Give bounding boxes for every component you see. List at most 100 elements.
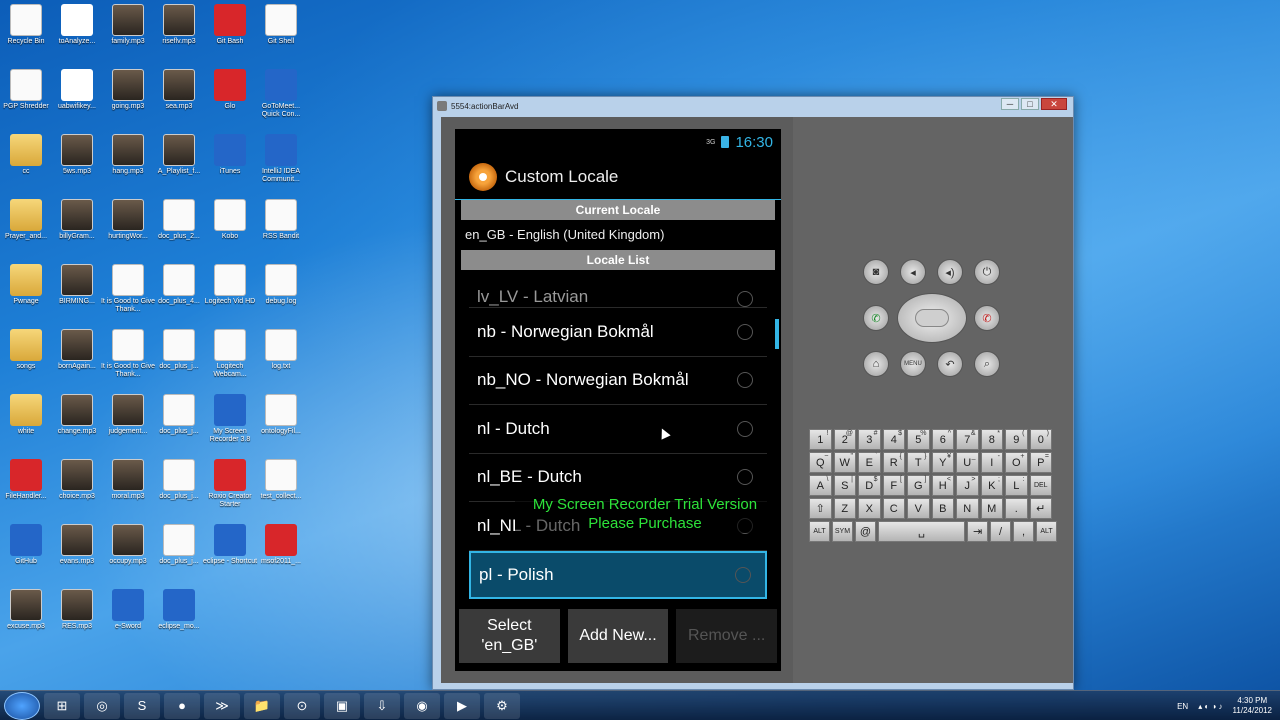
locale-list-item[interactable]: nb_NO - Norwegian Bokmål	[469, 357, 767, 405]
desktop-icon[interactable]: doc_plus_j...	[151, 394, 207, 436]
desktop-icon[interactable]: ontologyFil...	[253, 394, 309, 436]
window-titlebar[interactable]: 5554:actionBarAvd	[433, 97, 1073, 115]
desktop-icon[interactable]: eclipse - Shortcut	[202, 524, 258, 566]
desktop-icon[interactable]: doc_plus_4...	[151, 264, 207, 306]
keyboard-key[interactable]: 4 $	[882, 429, 905, 450]
taskbar-app-button[interactable]: ◉	[404, 692, 440, 719]
keyboard-key[interactable]: K;	[980, 475, 1003, 496]
desktop-icon[interactable]: PGP Shredder	[0, 69, 54, 111]
desktop-icon[interactable]: Logitech Vid HD	[202, 264, 258, 306]
radio-button[interactable]	[735, 566, 751, 583]
taskbar-app-button[interactable]: ●	[164, 692, 200, 719]
remove-button[interactable]: Remove ...	[676, 609, 778, 663]
keyboard-key[interactable]: ⇥	[967, 521, 989, 542]
keyboard-key[interactable]: P =	[1029, 452, 1052, 473]
desktop-icon[interactable]: Git Shell	[253, 4, 309, 46]
keyboard-key[interactable]: 7 &	[956, 429, 979, 450]
keyboard-key[interactable]: 1!	[809, 429, 832, 450]
end-call-icon[interactable]: ✆	[974, 305, 1000, 331]
dpad-center-button[interactable]	[915, 309, 949, 327]
keyboard-key[interactable]: T}	[907, 452, 930, 473]
desktop-icon[interactable]: cc	[0, 134, 54, 176]
desktop-icon[interactable]: log.txt	[253, 329, 309, 371]
radio-button[interactable]	[737, 323, 753, 340]
desktop-icon[interactable]: eclipse_mo...	[151, 589, 207, 631]
desktop-icon[interactable]: doc_plus_j...	[151, 329, 207, 371]
list-scrollbar[interactable]	[775, 319, 779, 349]
keyboard-key[interactable]: /	[990, 521, 1012, 542]
start-button[interactable]	[4, 691, 40, 720]
back-icon[interactable]: ↶	[937, 351, 963, 377]
close-button[interactable]: ✕	[1041, 98, 1067, 110]
keyboard-key[interactable]: Q ~	[809, 452, 832, 473]
desktop-icon[interactable]: uabwifikey...	[49, 69, 105, 111]
keyboard-key[interactable]: V	[907, 498, 930, 519]
emulator-window[interactable]: 5554:actionBarAvd ─ □ ✕ 3G 16:30 Custom …	[432, 96, 1074, 690]
desktop-icon[interactable]: change.mp3	[49, 394, 105, 436]
desktop-icon[interactable]: FileHandler...	[0, 459, 54, 501]
desktop-icon[interactable]: judgement...	[100, 394, 156, 436]
taskbar-app-button[interactable]: 📁	[244, 692, 280, 719]
volume-up-icon[interactable]: ◂)	[937, 259, 963, 285]
keyboard-key[interactable]: 8 *	[980, 429, 1003, 450]
desktop-icon[interactable]: evans.mp3	[49, 524, 105, 566]
desktop-icon[interactable]: Logitech Webcam...	[202, 329, 258, 379]
taskbar-app-button[interactable]: ⇩	[364, 692, 400, 719]
keyboard-key[interactable]: F[	[882, 475, 905, 496]
desktop-icon[interactable]: Git Bash	[202, 4, 258, 46]
keyboard-key[interactable]: S |	[833, 475, 856, 496]
keyboard-key[interactable]: G]	[907, 475, 930, 496]
desktop-icon[interactable]: iTunes	[202, 134, 258, 176]
keyboard-key[interactable]: ⇧	[809, 498, 832, 519]
keyboard-key[interactable]: E `	[858, 452, 881, 473]
keyboard-key[interactable]: 6 ^	[931, 429, 954, 450]
desktop-icon[interactable]: doc_plus_j...	[151, 524, 207, 566]
desktop-icon[interactable]: debug.log	[253, 264, 309, 306]
desktop-icon[interactable]: billyGram...	[49, 199, 105, 241]
camera-icon[interactable]: ◙	[863, 259, 889, 285]
keyboard-key[interactable]: A \	[809, 475, 832, 496]
keyboard-key[interactable]: O +	[1005, 452, 1028, 473]
maximize-button[interactable]: □	[1021, 98, 1039, 110]
keyboard-key[interactable]: ALT	[1036, 521, 1058, 542]
keyboard-key[interactable]: ↵	[1029, 498, 1052, 519]
dpad[interactable]	[897, 293, 967, 343]
taskbar-app-button[interactable]: S	[124, 692, 160, 719]
desktop-icon[interactable]: going.mp3	[100, 69, 156, 111]
keyboard-key[interactable]: H <	[931, 475, 954, 496]
keyboard-key[interactable]: X	[858, 498, 881, 519]
desktop-icon[interactable]: sea.mp3	[151, 69, 207, 111]
radio-button[interactable]	[737, 420, 753, 437]
desktop-icon[interactable]: toAnalyze...	[49, 4, 105, 46]
desktop-icon[interactable]: GoToMeet... Quick Con...	[253, 69, 309, 119]
locale-list-item[interactable]: lv_LV - Latvian	[469, 282, 767, 308]
search-icon[interactable]: ⌕	[974, 351, 1000, 377]
taskbar-app-button[interactable]: ⊙	[284, 692, 320, 719]
keyboard-key[interactable]: L:	[1005, 475, 1028, 496]
keyboard-key[interactable]: W "	[833, 452, 856, 473]
keyboard-key[interactable]: B	[931, 498, 954, 519]
keyboard-key[interactable]: @	[854, 521, 876, 542]
keyboard-key[interactable]: D $	[858, 475, 881, 496]
desktop-icon[interactable]: hurtingWor...	[100, 199, 156, 241]
desktop-icon[interactable]: IntelliJ IDEA Communit...	[253, 134, 309, 184]
android-screen[interactable]: 3G 16:30 Custom Locale Current Locale en…	[455, 129, 781, 671]
desktop-icon[interactable]: RES.mp3	[49, 589, 105, 631]
keyboard-key[interactable]: 9(	[1005, 429, 1028, 450]
taskbar-app-button[interactable]: ▶	[444, 692, 480, 719]
radio-button[interactable]	[737, 372, 753, 389]
locale-list-item[interactable]: nl - Dutch	[469, 405, 767, 454]
desktop-icon[interactable]: occupy.mp3	[100, 524, 156, 566]
home-icon[interactable]: ⌂	[863, 351, 889, 377]
desktop-icon[interactable]: Pwnage	[0, 264, 54, 306]
keyboard-key[interactable]: 5%	[907, 429, 930, 450]
keyboard-key[interactable]: J >	[956, 475, 979, 496]
keyboard-key[interactable]: Z	[833, 498, 856, 519]
language-indicator[interactable]: EN	[1177, 702, 1188, 711]
taskbar-app-button[interactable]: ⚙	[484, 692, 520, 719]
desktop-icon[interactable]: moral.mp3	[100, 459, 156, 501]
keyboard-key[interactable]: 2 @	[833, 429, 856, 450]
desktop-icon[interactable]: test_collect...	[253, 459, 309, 501]
desktop-icon[interactable]: GitHub	[0, 524, 54, 566]
keyboard-key[interactable]: U _	[956, 452, 979, 473]
